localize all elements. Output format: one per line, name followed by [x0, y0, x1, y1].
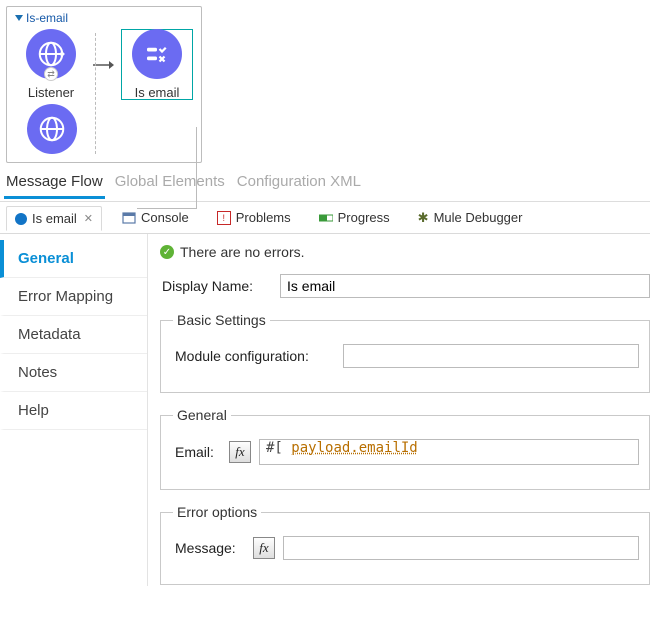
globe-icon: [27, 104, 77, 154]
message-label: Message:: [175, 540, 245, 556]
expr-body: payload.emailId: [291, 440, 417, 456]
flow-title: Is-email: [26, 11, 68, 25]
error-options-legend: Error options: [173, 504, 261, 520]
connector-badge-icon: ⇄: [44, 67, 58, 81]
http-listener-icon: ⇄: [26, 29, 76, 79]
nav-general[interactable]: General: [0, 240, 147, 278]
tab-label: Problems: [236, 210, 291, 225]
nav-help[interactable]: Help: [0, 392, 147, 430]
display-name-input[interactable]: [280, 274, 650, 298]
tab-problems[interactable]: ! Problems: [209, 206, 299, 229]
general-legend: General: [173, 407, 231, 423]
basic-settings-group: Basic Settings Module configuration:: [160, 312, 650, 393]
component-label: Is email: [135, 85, 180, 100]
properties-nav: General Error Mapping Metadata Notes Hel…: [0, 234, 148, 586]
flow-container: Is-email ⇄ Listener: [6, 6, 202, 163]
tab-label: Is email: [32, 211, 77, 226]
scope-divider: [95, 33, 96, 154]
close-icon[interactable]: ✕: [84, 212, 93, 225]
component-listener[interactable]: ⇄ Listener: [15, 29, 87, 100]
message-input[interactable]: [283, 536, 639, 560]
tab-console[interactable]: Console: [114, 206, 197, 229]
status-text: There are no errors.: [180, 244, 305, 260]
module-config-label: Module configuration:: [175, 348, 335, 364]
properties-panel: General Error Mapping Metadata Notes Hel…: [0, 234, 650, 586]
ok-icon: ✓: [160, 245, 174, 259]
flow-arrow-icon: [93, 58, 115, 72]
component-is-email[interactable]: Is email: [121, 29, 193, 100]
fx-toggle-button[interactable]: fx: [253, 537, 275, 559]
component-label: Listener: [28, 85, 74, 100]
nav-notes[interactable]: Notes: [0, 354, 147, 392]
error-options-group: Error options Message: fx: [160, 504, 650, 585]
progress-icon: [319, 211, 333, 225]
panel-tab-bar: Is email ✕ Console ! Problems Progress ✱…: [0, 202, 650, 234]
collapse-icon[interactable]: [15, 15, 23, 21]
tab-label: Mule Debugger: [434, 210, 523, 225]
general-group: General Email: fx #[ payload.emailId: [160, 407, 650, 490]
nav-metadata[interactable]: Metadata: [0, 316, 147, 354]
tab-is-email[interactable]: Is email ✕: [6, 206, 102, 231]
component-extra[interactable]: [15, 104, 77, 154]
tab-message-flow[interactable]: Message Flow: [4, 171, 105, 199]
fx-toggle-button[interactable]: fx: [229, 441, 251, 463]
module-config-input[interactable]: [343, 344, 639, 368]
tab-mule-debugger[interactable]: ✱ Mule Debugger: [410, 206, 531, 230]
console-icon: [122, 211, 136, 225]
nav-error-mapping[interactable]: Error Mapping: [0, 278, 147, 316]
tab-label: Progress: [338, 210, 390, 225]
tab-global-elements[interactable]: Global Elements: [113, 171, 227, 199]
email-expression-input[interactable]: #[ payload.emailId: [259, 439, 639, 465]
problems-icon: !: [217, 211, 231, 225]
basic-settings-legend: Basic Settings: [173, 312, 270, 328]
editor-tab-bar: Message Flow Global Elements Configurati…: [0, 165, 650, 202]
properties-body: ✓ There are no errors. Display Name: Bas…: [148, 234, 650, 586]
tab-progress[interactable]: Progress: [311, 206, 398, 229]
component-tab-icon: [15, 213, 27, 225]
tab-configuration-xml[interactable]: Configuration XML: [235, 171, 363, 199]
status-no-errors: ✓ There are no errors.: [160, 244, 650, 260]
tab-label: Console: [141, 210, 189, 225]
validate-icon: [132, 29, 182, 79]
email-label: Email:: [175, 444, 221, 460]
expr-prefix: #[: [266, 440, 291, 456]
bug-icon: ✱: [418, 210, 429, 226]
display-name-label: Display Name:: [162, 278, 272, 294]
